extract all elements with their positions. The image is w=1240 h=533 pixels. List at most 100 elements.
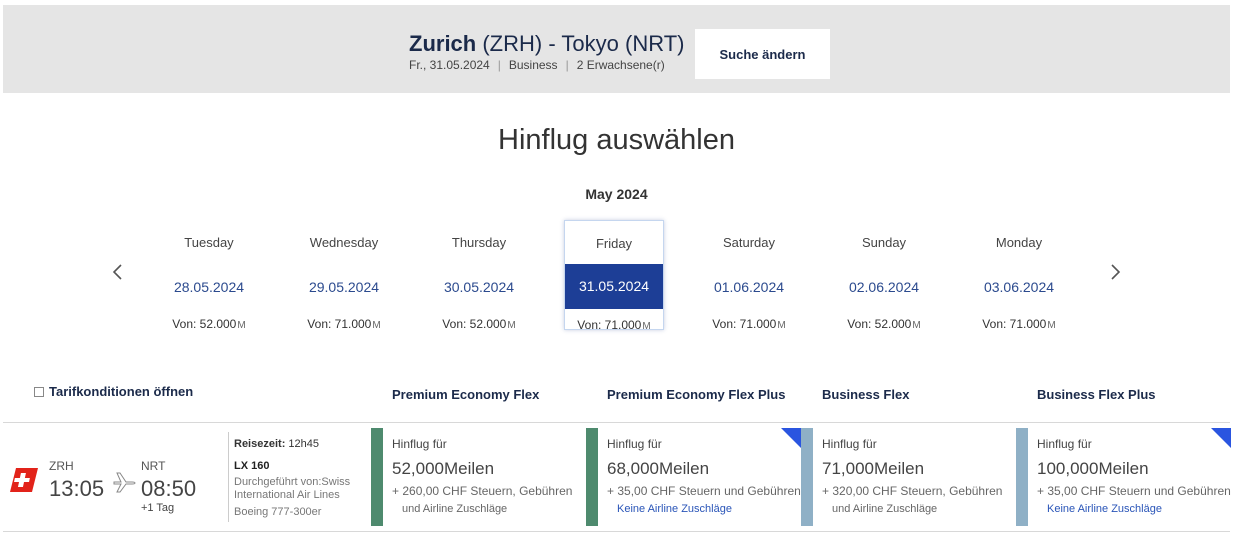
flight-info: Reisezeit: 12h45 LX 160 Durchgeführt von… [228, 432, 363, 522]
fare-option[interactable]: Hinflug für 52,000Meilen + 260,00 CHF Steu… [371, 428, 586, 526]
change-search-button[interactable]: Suche ändern [695, 29, 830, 79]
day-date: 01.06.2024 [713, 279, 785, 295]
page-title: Hinflug auswählen [498, 124, 735, 156]
date-option[interactable]: Saturday 01.06.2024 Von: 71.000M [699, 220, 799, 331]
miles-icon: M [642, 321, 651, 332]
search-passengers: 2 Erwachsene(r) [576, 58, 665, 72]
day-date: 03.06.2024 [983, 279, 1055, 295]
day-date: 29.05.2024 [308, 279, 380, 295]
fare-column-header: Business Flex Plus [1037, 387, 1156, 402]
day-name: Sunday [861, 235, 907, 250]
fare-column-header: Business Flex [822, 387, 910, 402]
fare-miles: 68,000Meilen [607, 459, 710, 478]
next-day-indicator: +1 Tag [141, 502, 175, 514]
duration-label: Reisezeit: [234, 438, 286, 450]
tariff-conditions-link[interactable]: Tarifkonditionen öffnen [34, 384, 193, 399]
search-cabin: Business [508, 58, 558, 72]
fare-miles: 52,000Meilen [392, 459, 495, 478]
tariff-conditions-label: Tarifkonditionen öffnen [49, 384, 194, 399]
fare-option[interactable]: Hinflug für 71,000Meilen + 320,00 CHF Steu… [801, 428, 1016, 526]
destination-code: (NRT) [625, 31, 685, 56]
date-option[interactable]: Thursday 30.05.2024 Von: 52.000M [429, 220, 529, 331]
flight-number: LX 160 [234, 460, 270, 472]
separator: | [565, 58, 569, 72]
fare-surcharge[interactable]: Keine Airline Zuschläge [1047, 503, 1162, 515]
duration: Reisezeit: 12h45 [234, 438, 363, 450]
day-price: Von: 71.000M [969, 317, 1069, 331]
route-title: Zurich (ZRH) - Tokyo (NRT) [409, 31, 684, 57]
search-summary-bar: Zurich (ZRH) - Tokyo (NRT) Fr., 31.05.20… [3, 5, 1230, 93]
day-price: Von: 52.000M [159, 317, 259, 331]
corner-flag-icon [781, 428, 801, 448]
route-separator: - [548, 31, 556, 56]
fare-fee: + 35,00 CHF Steuern und Gebühren [1037, 484, 1231, 498]
day-price-value: Von: 71.000 [577, 318, 642, 332]
day-date: 28.05.2024 [173, 279, 245, 295]
miles-icon: M [912, 320, 921, 331]
day-price: Von: 52.000M [429, 317, 529, 331]
day-date: 31.05.2024 [565, 264, 663, 309]
fare-column-header: Premium Economy Flex Plus [607, 387, 786, 402]
duration-value: 12h45 [288, 438, 320, 450]
fare-surcharge: und Airline Zuschläge [832, 503, 938, 515]
day-price-value: Von: 71.000 [307, 317, 372, 331]
day-price-value: Von: 71.000 [982, 317, 1047, 331]
date-option[interactable]: Wednesday 29.05.2024 Von: 71.000M [294, 220, 394, 331]
date-option[interactable]: Sunday 02.06.2024 Von: 52.000M [834, 220, 934, 331]
day-date: 02.06.2024 [848, 279, 920, 295]
day-price-value: Von: 52.000 [847, 317, 912, 331]
fare-color-bar [1016, 428, 1028, 526]
miles-icon: M [1047, 320, 1056, 331]
day-name: Monday [995, 235, 1043, 250]
day-price-value: Von: 71.000 [712, 317, 777, 331]
expand-icon [34, 387, 44, 397]
miles-icon: M [507, 320, 516, 331]
departure-time: 13:05 [49, 476, 105, 501]
day-price-value: Von: 52.000 [172, 317, 237, 331]
chevron-right-icon[interactable] [1105, 262, 1125, 282]
corner-flag-icon [1211, 428, 1231, 448]
fare-color-bar [371, 428, 383, 526]
fare-fee: + 320,00 CHF Steuern, Gebühren [822, 484, 1003, 498]
search-details: Fr., 31.05.2024 | Business | 2 Erwachsene(r) [409, 58, 665, 72]
day-name: Saturday [722, 235, 776, 250]
day-price: Von: 52.000M [834, 317, 934, 331]
swiss-cross-logo [10, 468, 38, 492]
fare-column-header: Premium Economy Flex [392, 387, 540, 402]
arrival-time: 08:50 [141, 476, 197, 501]
fare-label: Hinflug für [607, 437, 662, 451]
origin-city: Zurich [409, 31, 477, 56]
origin-code: (ZRH) [482, 31, 543, 56]
chevron-left-icon[interactable] [108, 262, 128, 282]
arrival-code: NRT [141, 459, 166, 473]
fare-color-bar [801, 428, 813, 526]
divider [3, 531, 1230, 532]
miles-icon: M [372, 320, 381, 331]
day-name: Thursday [451, 235, 507, 250]
divider [3, 422, 1230, 423]
fare-option[interactable]: Hinflug für 68,000Meilen + 35,00 CHF Steue… [586, 428, 801, 526]
date-option[interactable]: Friday 31.05.2024 Von: 71.000M [564, 220, 664, 332]
fare-miles: 100,000Meilen [1037, 459, 1149, 478]
date-option[interactable]: Tuesday 28.05.2024 Von: 52.000M [159, 220, 259, 331]
fare-label: Hinflug für [822, 437, 877, 451]
day-price: Von: 71.000M [699, 317, 799, 331]
date-option[interactable]: Monday 03.06.2024 Von: 71.000M [969, 220, 1069, 331]
aircraft-type: Boeing 777-300er [234, 506, 322, 518]
day-price: Von: 71.000M [565, 318, 663, 332]
fare-miles: 71,000Meilen [822, 459, 925, 478]
fare-option[interactable]: Hinflug für 100,000Meilen + 35,00 CHF Steu… [1016, 428, 1231, 526]
fare-surcharge: und Airline Zuschläge [402, 503, 508, 515]
miles-icon: M [777, 320, 786, 331]
day-name: Tuesday [184, 235, 234, 250]
search-date: Fr., 31.05.2024 [409, 58, 490, 72]
plane-icon [113, 472, 136, 493]
fare-surcharge[interactable]: Keine Airline Zuschläge [617, 503, 732, 515]
departure-code: ZRH [49, 459, 74, 473]
day-name: Wednesday [309, 235, 379, 250]
operated-by: Durchgeführt von:Swiss International Air… [234, 476, 351, 501]
separator: | [497, 58, 501, 72]
day-price-value: Von: 52.000 [442, 317, 507, 331]
day-price: Von: 71.000M [294, 317, 394, 331]
day-date: 30.05.2024 [443, 279, 515, 295]
